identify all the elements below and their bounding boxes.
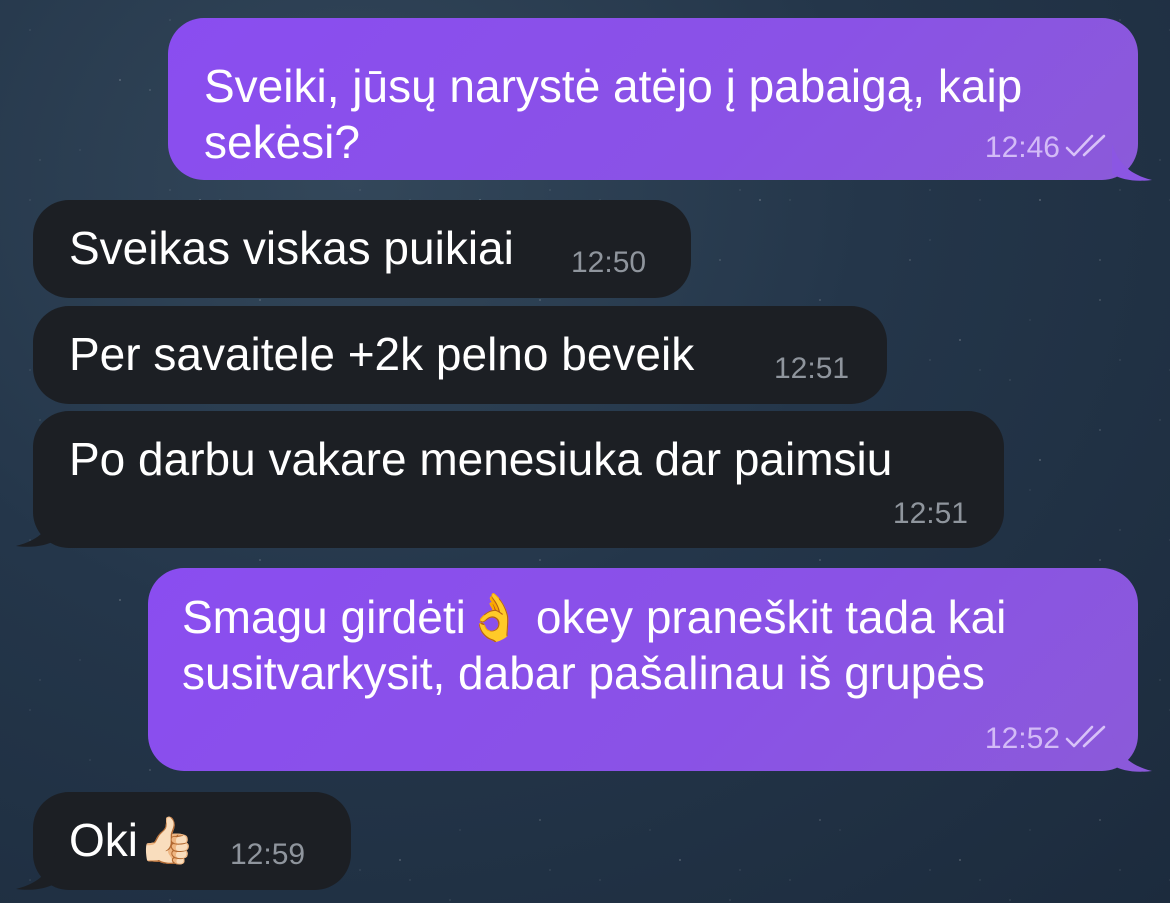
message-time: 12:51 bbox=[892, 497, 968, 530]
message-bubble-incoming[interactable]: Per savaitele +2k pelno beveik 12:51 bbox=[33, 306, 887, 404]
message-time: 12:46 bbox=[984, 131, 1060, 164]
message-time: 12:59 bbox=[230, 838, 306, 871]
message-text: Sveiki, jūsų narystė atėjo į pabaigą, ka… bbox=[204, 60, 1023, 168]
message-text: Smagu girdėti👌 okey praneškit tada kai su… bbox=[182, 590, 1007, 699]
message-bubble-incoming[interactable]: Oki👍🏻 12:59 bbox=[33, 792, 351, 890]
message-time: 12:50 bbox=[571, 246, 647, 279]
message-text: Per savaitele +2k pelno beveik bbox=[69, 328, 695, 380]
message-bubble-incoming[interactable]: Po darbu vakare menesiuka dar paimsiu 12… bbox=[33, 411, 1004, 548]
bubble-tail-outgoing bbox=[1112, 144, 1152, 181]
double-check-icon bbox=[1065, 134, 1106, 157]
message-bubble-outgoing[interactable]: Smagu girdėti👌 okey praneškit tada kai su… bbox=[148, 568, 1138, 771]
message-bubble-incoming[interactable]: Sveikas viskas puikiai 12:50 bbox=[33, 200, 691, 298]
double-check-icon bbox=[1065, 725, 1106, 748]
message-bubble-outgoing[interactable]: Sveiki, jūsų narystė atėjo į pabaigą, ka… bbox=[168, 18, 1138, 180]
ok-hand-emoji: 👌 bbox=[465, 590, 524, 644]
message-time: 12:51 bbox=[774, 352, 850, 385]
message-text: Sveikas viskas puikiai bbox=[69, 222, 514, 274]
message-text: Oki👍🏻 bbox=[69, 813, 196, 867]
thumbs-up-emoji: 👍🏻 bbox=[138, 813, 196, 867]
bubble-tail-incoming bbox=[16, 853, 56, 890]
bubble-tail-incoming bbox=[16, 510, 56, 547]
message-time: 12:52 bbox=[984, 722, 1060, 755]
bubble-tail-outgoing bbox=[1112, 735, 1152, 772]
message-text: Po darbu vakare menesiuka dar paimsiu bbox=[69, 433, 893, 485]
